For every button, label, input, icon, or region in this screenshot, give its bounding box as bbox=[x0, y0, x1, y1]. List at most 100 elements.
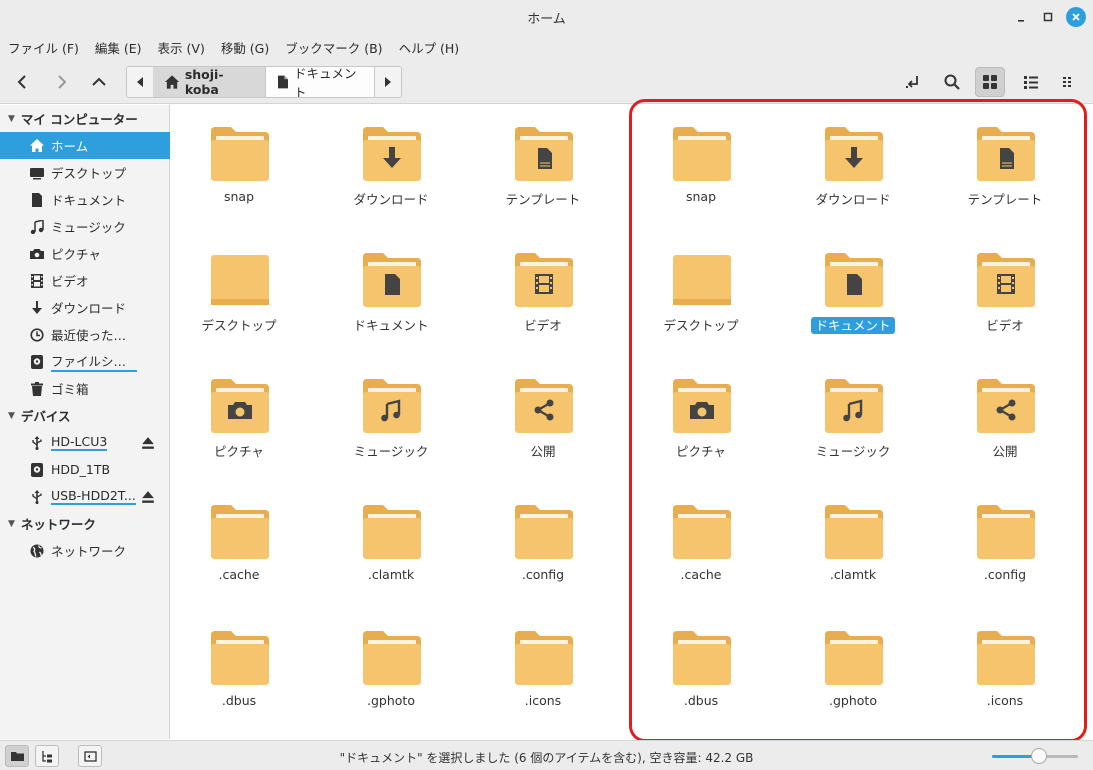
maximize-icon bbox=[1043, 12, 1053, 22]
breadcrumb-right-button[interactable] bbox=[375, 67, 401, 97]
folder-icon bbox=[825, 379, 883, 433]
forward-button[interactable] bbox=[46, 67, 76, 97]
file-item[interactable]: ドキュメント bbox=[793, 239, 913, 349]
file-item[interactable]: .cache bbox=[179, 491, 299, 601]
file-item[interactable]: ビデオ bbox=[945, 239, 1065, 349]
sidebar-item-pictures[interactable]: ピクチャ bbox=[0, 240, 170, 267]
file-item[interactable]: .gphoto bbox=[331, 617, 451, 727]
file-item[interactable]: .dbus bbox=[641, 617, 761, 727]
menu-help[interactable]: ヘルプ (H) bbox=[399, 38, 460, 57]
file-item[interactable]: テンプレート bbox=[483, 113, 603, 223]
sidebar-item-label: ミュージック bbox=[51, 220, 126, 235]
file-item[interactable]: .cache bbox=[641, 491, 761, 601]
menu-edit[interactable]: 編集 (E) bbox=[95, 38, 142, 57]
file-item[interactable]: .config bbox=[945, 491, 1065, 601]
triangle-right-icon bbox=[385, 77, 392, 87]
sidebar-item-music[interactable]: ミュージック bbox=[0, 213, 170, 240]
up-button[interactable] bbox=[84, 67, 114, 97]
sidebar-item-network[interactable]: ネットワーク bbox=[0, 537, 170, 564]
zoom-slider[interactable] bbox=[992, 748, 1078, 764]
file-item-label: .clamtk bbox=[829, 567, 877, 582]
sidebar-item-hd-lcu3[interactable]: HD-LCU3 bbox=[0, 429, 170, 456]
back-button[interactable] bbox=[8, 67, 38, 97]
usb-icon bbox=[32, 489, 42, 504]
sidebar-item-filesystem[interactable]: ファイルシス... bbox=[0, 348, 170, 375]
sidebar-item-hdd-1tb[interactable]: HDD_1TB bbox=[0, 456, 170, 483]
file-item[interactable]: .dbus bbox=[179, 617, 299, 727]
icon-view-button[interactable] bbox=[975, 67, 1005, 97]
file-item[interactable]: snap bbox=[179, 113, 299, 223]
status-bar: "ドキュメント" を選択しました (6 個のアイテムを含む), 空き容量: 42… bbox=[0, 740, 1093, 770]
eject-icon[interactable] bbox=[141, 436, 155, 450]
file-item[interactable]: ビデオ bbox=[483, 239, 603, 349]
usb-icon bbox=[32, 435, 42, 450]
file-item[interactable]: .config bbox=[483, 491, 603, 601]
folder-icon bbox=[825, 505, 883, 559]
folder-icon bbox=[211, 127, 269, 181]
close-button[interactable] bbox=[1066, 7, 1086, 27]
file-item[interactable]: ドキュメント bbox=[331, 239, 451, 349]
file-item[interactable]: ミュージック bbox=[331, 365, 451, 475]
file-item[interactable]: デスクトップ bbox=[641, 239, 761, 349]
file-item[interactable]: テンプレート bbox=[945, 113, 1065, 223]
file-item[interactable]: 公開 bbox=[483, 365, 603, 475]
folder-icon bbox=[673, 505, 731, 559]
sidebar-item-desktop[interactable]: デスクトップ bbox=[0, 159, 170, 186]
file-item-label: snap bbox=[223, 189, 255, 204]
menu-file[interactable]: ファイル (F) bbox=[8, 38, 79, 57]
sidebar-item-recent[interactable]: 最近使ったフ... bbox=[0, 321, 170, 348]
sidebar-section-computer[interactable]: ▼ マイ コンピューター bbox=[0, 105, 170, 132]
file-item[interactable]: ダウンロード bbox=[331, 113, 451, 223]
file-item[interactable]: .clamtk bbox=[331, 491, 451, 601]
breadcrumb-documents[interactable]: ドキュメント bbox=[266, 67, 376, 97]
menu-view[interactable]: 表示 (V) bbox=[158, 38, 205, 57]
file-item[interactable]: デスクトップ bbox=[179, 239, 299, 349]
sidebar-item-downloads[interactable]: ダウンロード bbox=[0, 294, 170, 321]
file-item-label: ビデオ bbox=[524, 318, 562, 333]
minimize-button[interactable] bbox=[1011, 7, 1031, 27]
menu-go[interactable]: 移動 (G) bbox=[221, 38, 269, 57]
location-toggle-button[interactable] bbox=[898, 67, 928, 97]
file-item-label: .icons bbox=[986, 693, 1024, 708]
file-item[interactable]: ミュージック bbox=[793, 365, 913, 475]
file-item[interactable]: 公開 bbox=[945, 365, 1065, 475]
sidebar-item-home[interactable]: ホーム bbox=[0, 132, 170, 159]
folder-icon bbox=[363, 505, 421, 559]
maximize-button[interactable] bbox=[1038, 7, 1058, 27]
breadcrumb-home[interactable]: shoji-koba bbox=[152, 67, 266, 97]
file-item-label: ピクチャ bbox=[676, 444, 726, 459]
file-item-label: .dbus bbox=[221, 693, 257, 708]
file-item[interactable]: .clamtk bbox=[793, 491, 913, 601]
globe-icon bbox=[30, 544, 44, 557]
compact-view-icon bbox=[1063, 77, 1071, 87]
eject-icon[interactable] bbox=[141, 490, 155, 504]
sidebar-section-devices[interactable]: ▼ デバイス bbox=[0, 402, 170, 429]
sidebar-item-videos[interactable]: ビデオ bbox=[0, 267, 170, 294]
file-item-label: ドキュメント bbox=[353, 318, 429, 333]
list-view-button[interactable] bbox=[1016, 67, 1046, 97]
sidebar-item-documents[interactable]: ドキュメント bbox=[0, 186, 170, 213]
file-item[interactable]: ピクチャ bbox=[641, 365, 761, 475]
sidebar-item-label: ホーム bbox=[51, 139, 89, 154]
menu-bookmarks[interactable]: ブックマーク (B) bbox=[285, 38, 382, 57]
file-item[interactable]: snap bbox=[641, 113, 761, 223]
search-button[interactable] bbox=[937, 67, 967, 97]
breadcrumb-left-button[interactable] bbox=[127, 67, 153, 97]
file-item-label: ミュージック bbox=[815, 444, 891, 459]
file-item[interactable]: ダウンロード bbox=[793, 113, 913, 223]
compact-view-button[interactable] bbox=[1054, 67, 1084, 97]
sidebar-item-label: ビデオ bbox=[51, 274, 89, 289]
file-item[interactable]: .gphoto bbox=[793, 617, 913, 727]
file-item[interactable]: .icons bbox=[945, 617, 1065, 727]
file-item-label: .gphoto bbox=[829, 693, 877, 708]
sidebar-item-usb-hdd2t[interactable]: USB-HDD2T... bbox=[0, 483, 170, 510]
file-item-label: snap bbox=[685, 189, 717, 204]
sidebar-item-trash[interactable]: ゴミ箱 bbox=[0, 375, 170, 402]
clock-icon bbox=[30, 327, 44, 342]
sidebar-section-network[interactable]: ▼ ネットワーク bbox=[0, 510, 170, 537]
file-view[interactable]: snap ダウンロード テンプレート デスクトップ ドキュメント ビデオ ピクチャ ミュージッ… bbox=[171, 105, 1093, 739]
folder-icon bbox=[673, 127, 731, 181]
file-item[interactable]: ピクチャ bbox=[179, 365, 299, 475]
file-item-label: .config bbox=[983, 567, 1027, 582]
file-item[interactable]: .icons bbox=[483, 617, 603, 727]
